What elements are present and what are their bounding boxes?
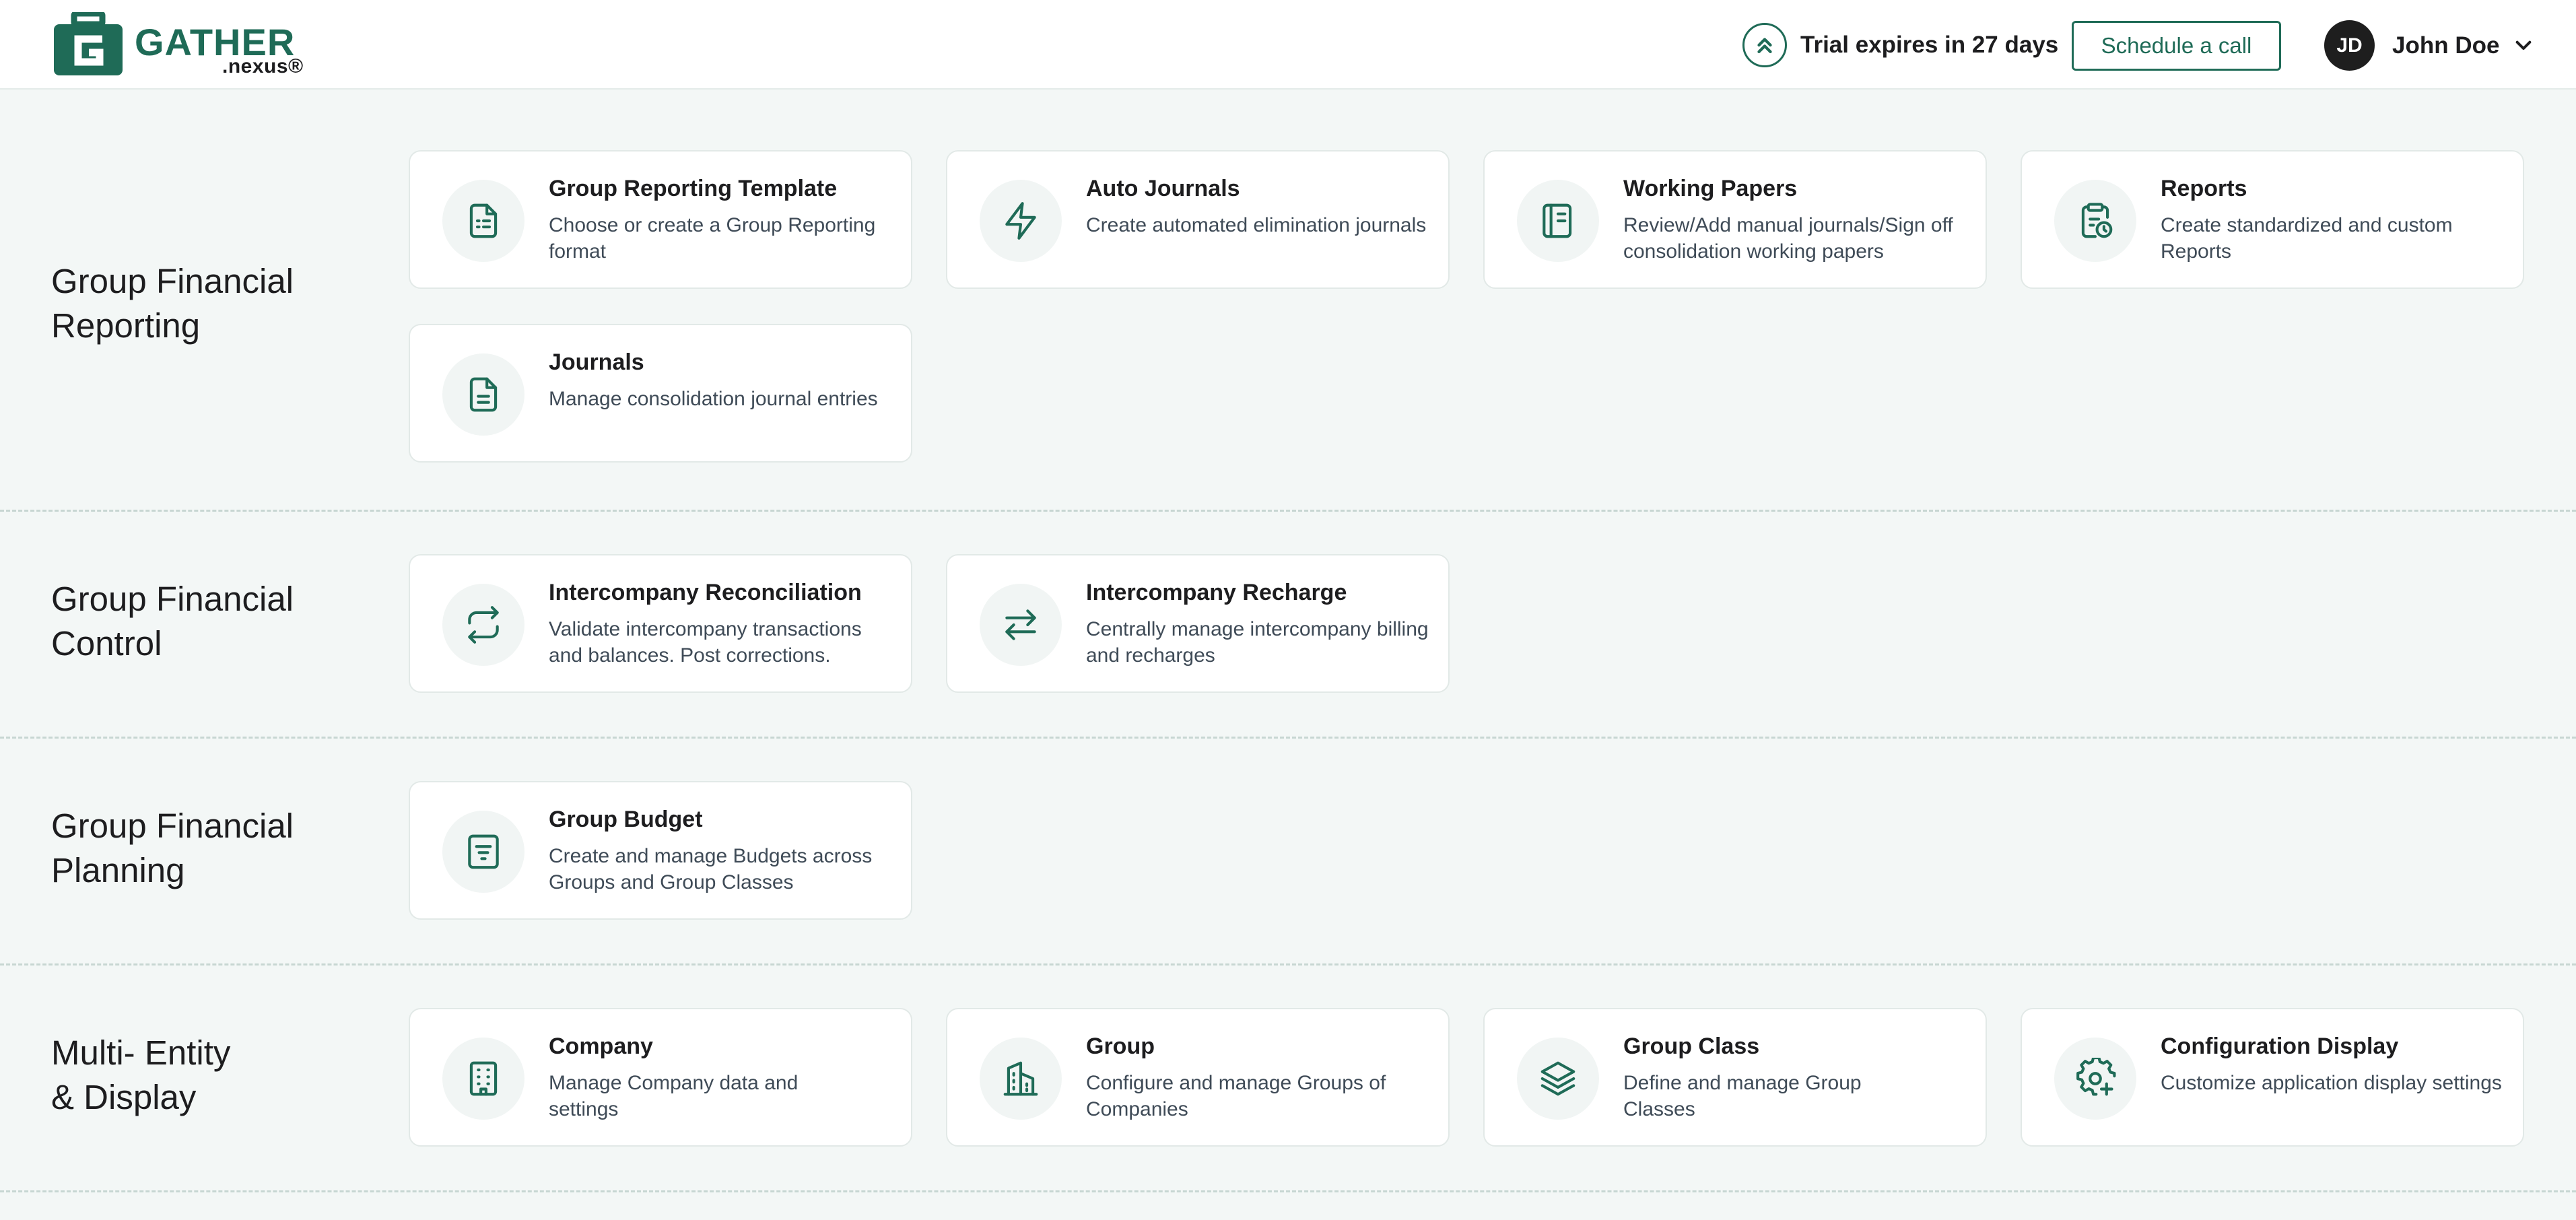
card-title: Intercompany Recharge bbox=[1086, 580, 1347, 605]
card-intercompany-recharge[interactable]: Intercompany Recharge Centrally manage i… bbox=[946, 554, 1450, 693]
trial-text: Trial expires in 27 days bbox=[1800, 32, 2059, 58]
user-name: John Doe bbox=[2392, 32, 2500, 59]
card-group[interactable]: Group Configure and manage Groups of Com… bbox=[946, 1008, 1450, 1147]
card-journals[interactable]: Journals Manage consolidation journal en… bbox=[409, 324, 912, 463]
budget-list-icon bbox=[442, 811, 524, 893]
card-group-reporting-template[interactable]: Group Reporting Template Choose or creat… bbox=[409, 150, 912, 289]
schedule-call-button[interactable]: Schedule a call bbox=[2072, 21, 2281, 71]
card-title: Configuration Display bbox=[2161, 1033, 2399, 1059]
card-description: Create and manage Budgets across Groups … bbox=[549, 845, 873, 893]
section-divider bbox=[0, 963, 2576, 965]
repeat-icon bbox=[442, 584, 524, 666]
card-description: Review/Add manual journals/Sign off cons… bbox=[1623, 214, 1953, 263]
file-text-icon bbox=[442, 353, 524, 436]
card-title: Group Reporting Template bbox=[549, 176, 838, 201]
section-title-control: Group Financial Control bbox=[51, 580, 294, 663]
card-description: Configure and manage Groups of Companies bbox=[1086, 1072, 1386, 1120]
user-menu[interactable]: JD John Doe bbox=[2324, 20, 2534, 71]
brand-suffix: .nexus® bbox=[222, 55, 304, 77]
card-title: Group Budget bbox=[549, 807, 703, 832]
card-title: Auto Journals bbox=[1086, 176, 1240, 201]
card-title: Reports bbox=[2161, 176, 2247, 201]
card-description: Customize application display settings bbox=[2161, 1072, 2502, 1094]
card-title: Journals bbox=[549, 349, 644, 375]
file-list-icon bbox=[442, 180, 524, 262]
building-icon bbox=[442, 1038, 524, 1120]
card-description: Centrally manage intercompany billing an… bbox=[1086, 618, 1429, 667]
chevron-down-icon[interactable] bbox=[2513, 35, 2534, 57]
clipboard-clock-icon bbox=[2054, 180, 2136, 262]
gear-plus-icon bbox=[2054, 1038, 2136, 1120]
double-chevron-up-icon bbox=[1742, 23, 1787, 67]
section-divider bbox=[0, 510, 2576, 512]
notebook-icon bbox=[1517, 180, 1599, 262]
card-title: Company bbox=[549, 1033, 653, 1059]
card-description: Choose or create a Group Reporting forma… bbox=[549, 214, 876, 263]
layers-icon bbox=[1517, 1038, 1599, 1120]
card-group-budget[interactable]: Group Budget Create and manage Budgets a… bbox=[409, 781, 912, 920]
section-divider bbox=[0, 1190, 2576, 1192]
card-working-papers[interactable]: Working Papers Review/Add manual journal… bbox=[1483, 150, 1987, 289]
card-description: Manage Company data and settings bbox=[549, 1072, 799, 1120]
briefcase-logo-icon bbox=[54, 12, 123, 75]
lightning-icon bbox=[980, 180, 1062, 262]
section-title-reporting: Group Financial Reporting bbox=[51, 262, 294, 345]
card-description: Create standardized and custom Reports bbox=[2161, 214, 2453, 263]
card-description: Manage consolidation journal entries bbox=[549, 388, 878, 410]
card-title: Working Papers bbox=[1623, 176, 1798, 201]
card-description: Define and manage Group Classes bbox=[1623, 1072, 1862, 1120]
card-configuration-display[interactable]: Configuration Display Customize applicat… bbox=[2021, 1008, 2524, 1147]
brand-logo[interactable]: GATHER .nexus® bbox=[51, 12, 303, 78]
section-title-planning: Group Financial Planning bbox=[51, 807, 294, 889]
swap-arrows-icon bbox=[980, 584, 1062, 666]
avatar: JD bbox=[2324, 20, 2375, 71]
trial-status: Trial expires in 27 days bbox=[1742, 23, 2058, 67]
card-company[interactable]: Company Manage Company data and settings bbox=[409, 1008, 912, 1147]
card-reports[interactable]: Reports Create standardized and custom R… bbox=[2021, 150, 2524, 289]
section-title-multi-entity: Multi- Entity & Display bbox=[51, 1033, 231, 1116]
card-group-class[interactable]: Group Class Define and manage Group Clas… bbox=[1483, 1008, 1987, 1147]
card-title: Intercompany Reconciliation bbox=[549, 580, 862, 605]
top-header: GATHER .nexus® Trial expires in 27 days … bbox=[0, 0, 2576, 90]
card-title: Group bbox=[1086, 1033, 1155, 1059]
card-auto-journals[interactable]: Auto Journals Create automated eliminati… bbox=[946, 150, 1450, 289]
section-divider bbox=[0, 737, 2576, 739]
buildings-icon bbox=[980, 1038, 1062, 1120]
card-description: Create automated elimination journals bbox=[1086, 214, 1427, 236]
card-description: Validate intercompany transactions and b… bbox=[549, 618, 862, 667]
card-title: Group Class bbox=[1623, 1033, 1760, 1059]
card-intercompany-reconciliation[interactable]: Intercompany Reconciliation Validate int… bbox=[409, 554, 912, 693]
